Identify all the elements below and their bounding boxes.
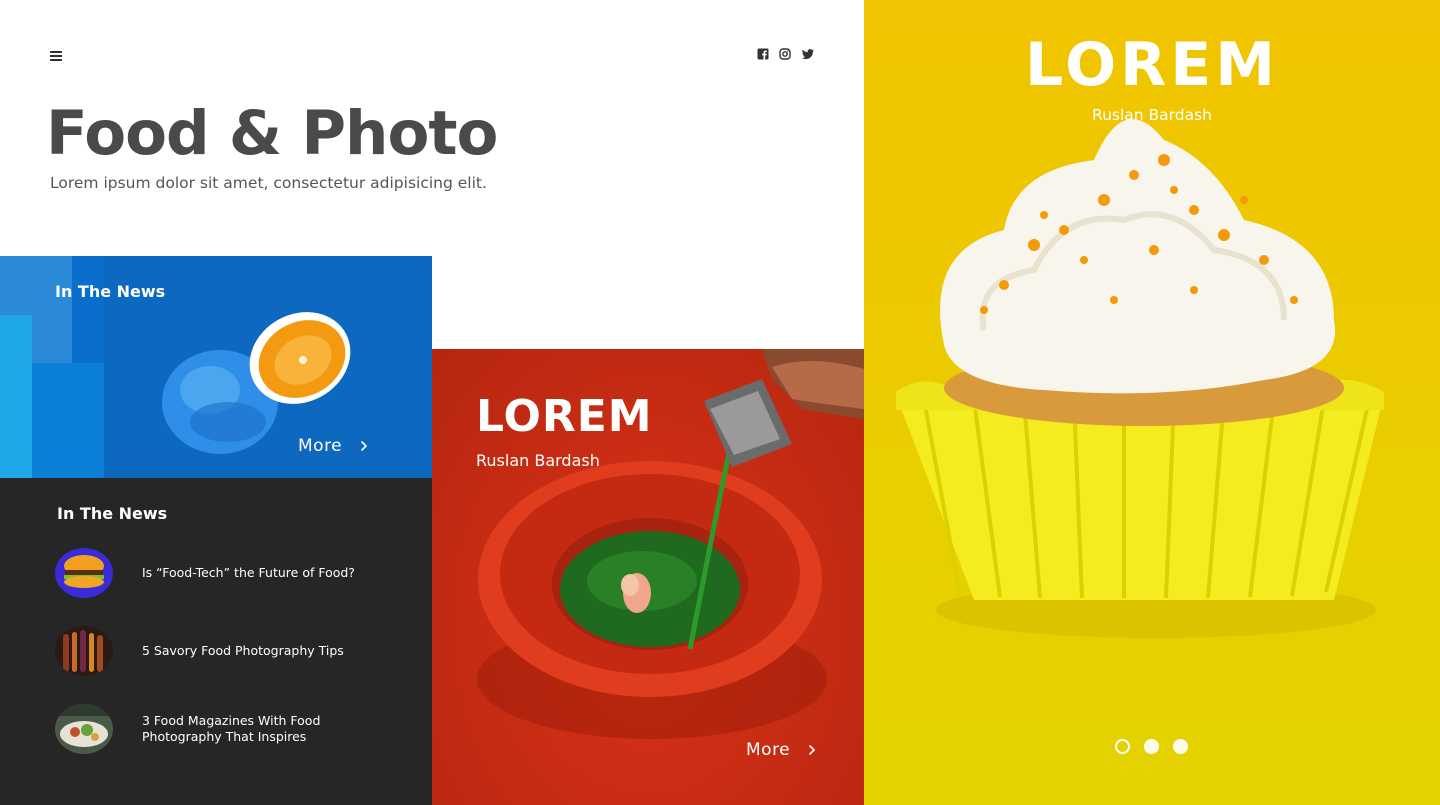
- dish-thumbnail: [55, 704, 113, 754]
- slider-dot-2[interactable]: [1144, 739, 1159, 754]
- news-item-title: 5 Savory Food Photography Tips: [142, 643, 344, 658]
- red-card-author: Ruslan Bardash: [476, 451, 600, 470]
- instagram-icon[interactable]: [779, 48, 791, 60]
- news-card-label: In The News: [55, 282, 166, 301]
- facebook-icon[interactable]: [757, 48, 769, 60]
- news-item[interactable]: Is “Food-Tech” the Future of Food?: [55, 548, 395, 598]
- social-links: [757, 48, 815, 60]
- decorative-stripe: [32, 363, 104, 478]
- news-list-panel: In The News Is “Food-Tech” the Future of…: [0, 478, 432, 805]
- slider-dot-1[interactable]: [1115, 739, 1130, 754]
- hamburger-menu-icon[interactable]: [50, 51, 62, 61]
- twitter-icon[interactable]: [801, 48, 815, 60]
- slider-dots: [1115, 739, 1188, 754]
- news-item-title: Is “Food-Tech” the Future of Food?: [142, 565, 355, 580]
- red-feature-card[interactable]: LOREM Ruslan Bardash More: [432, 349, 864, 805]
- hero-slider[interactable]: LOREM Ruslan Bardash: [864, 0, 1440, 805]
- decorative-stripe: [72, 256, 104, 363]
- more-link[interactable]: More: [298, 436, 368, 456]
- more-link[interactable]: More: [746, 740, 816, 760]
- news-list-title: In The News: [57, 504, 168, 523]
- decorative-stripe: [0, 315, 32, 478]
- carrots-thumbnail: [55, 626, 113, 676]
- news-item[interactable]: 3 Food Magazines With Food Photography T…: [55, 704, 395, 754]
- slider-dot-3[interactable]: [1173, 739, 1188, 754]
- page-subtitle: Lorem ipsum dolor sit amet, consectetur …: [50, 174, 487, 192]
- hero-author: Ruslan Bardash: [1092, 106, 1212, 124]
- chevron-right-icon: [361, 440, 368, 452]
- news-item[interactable]: 5 Savory Food Photography Tips: [55, 626, 395, 676]
- more-label: More: [746, 740, 791, 760]
- more-label: More: [298, 436, 343, 456]
- chevron-right-icon: [809, 744, 816, 756]
- news-item-title: 3 Food Magazines With Food Photography T…: [142, 713, 321, 744]
- burger-thumbnail: [55, 548, 113, 598]
- hero-title: LOREM: [1025, 30, 1279, 100]
- red-card-title: LOREM: [476, 391, 653, 442]
- news-feature-card[interactable]: In The News More: [0, 256, 432, 478]
- page-title: Food & Photo: [46, 98, 498, 169]
